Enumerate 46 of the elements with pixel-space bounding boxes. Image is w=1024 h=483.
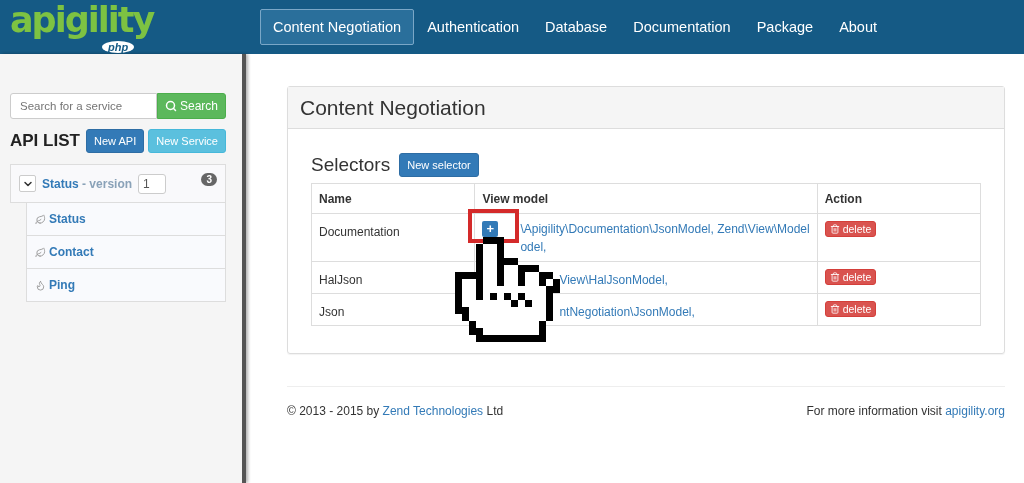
nav-tab[interactable]: Content Negotiation [260,9,415,45]
version-spinner[interactable]: 1 [138,173,167,194]
search-button[interactable]: Search [156,93,226,119]
delete-button[interactable]: delete [824,301,877,317]
api-item[interactable]: Status - version 1 3 [10,164,226,203]
nav-tab[interactable]: Authentication [414,9,533,45]
view-model-link[interactable]: \Apigility\Documentation\JsonModel, Zend\View\Model [520,220,810,238]
section-title: Selectors [311,154,391,176]
service-item[interactable]: Status [26,203,226,236]
search-field[interactable]: Search for a service [10,93,157,119]
table-cell: Documentation [311,213,475,262]
column-header: View model [474,183,818,214]
api-list-heading: API LIST [10,131,81,151]
column-header: Action [817,183,981,214]
panel-title: Content Negotiation [288,87,1004,129]
leaf-icon [35,213,46,225]
flame-icon [35,279,46,291]
hand-cursor-icon [455,237,560,342]
trash-icon [829,304,840,314]
expand-button[interactable]: + [482,221,499,237]
trash-icon [829,224,840,234]
view-model-link[interactable]: View\HalJsonModel, [559,271,668,289]
nav-tab[interactable]: Database [532,9,621,45]
column-header: Name [311,183,475,214]
leaf-icon [35,246,46,258]
nav-tab[interactable]: Documentation [620,9,744,45]
info-text: For more information visit apigility.org [806,404,1005,418]
new-api-button[interactable]: New API [86,129,145,153]
company-link[interactable]: Zend Technologies [382,404,484,418]
nav-tab[interactable]: Package [743,9,827,45]
view-model-link[interactable]: odel, [520,238,547,256]
trash-icon [829,272,840,282]
delete-button[interactable]: delete [824,269,877,285]
logo-badge: php [102,41,135,53]
delete-button[interactable]: delete [824,221,877,237]
count-badge: 3 [201,173,217,186]
new-selector-button[interactable]: New selector [399,153,479,177]
search-icon [164,100,177,112]
nav-tab[interactable]: About [826,9,891,45]
service-item[interactable]: Contact [26,236,226,269]
copyright-text: © 2013 - 2015 by Zend Technologies Ltd [287,404,504,418]
website-link[interactable]: apigility.org [945,404,1005,418]
api-name: Status - version [42,176,133,191]
service-item[interactable]: Ping [26,269,226,302]
collapse-toggle[interactable] [19,175,36,192]
logo-text: apigility [10,0,154,41]
